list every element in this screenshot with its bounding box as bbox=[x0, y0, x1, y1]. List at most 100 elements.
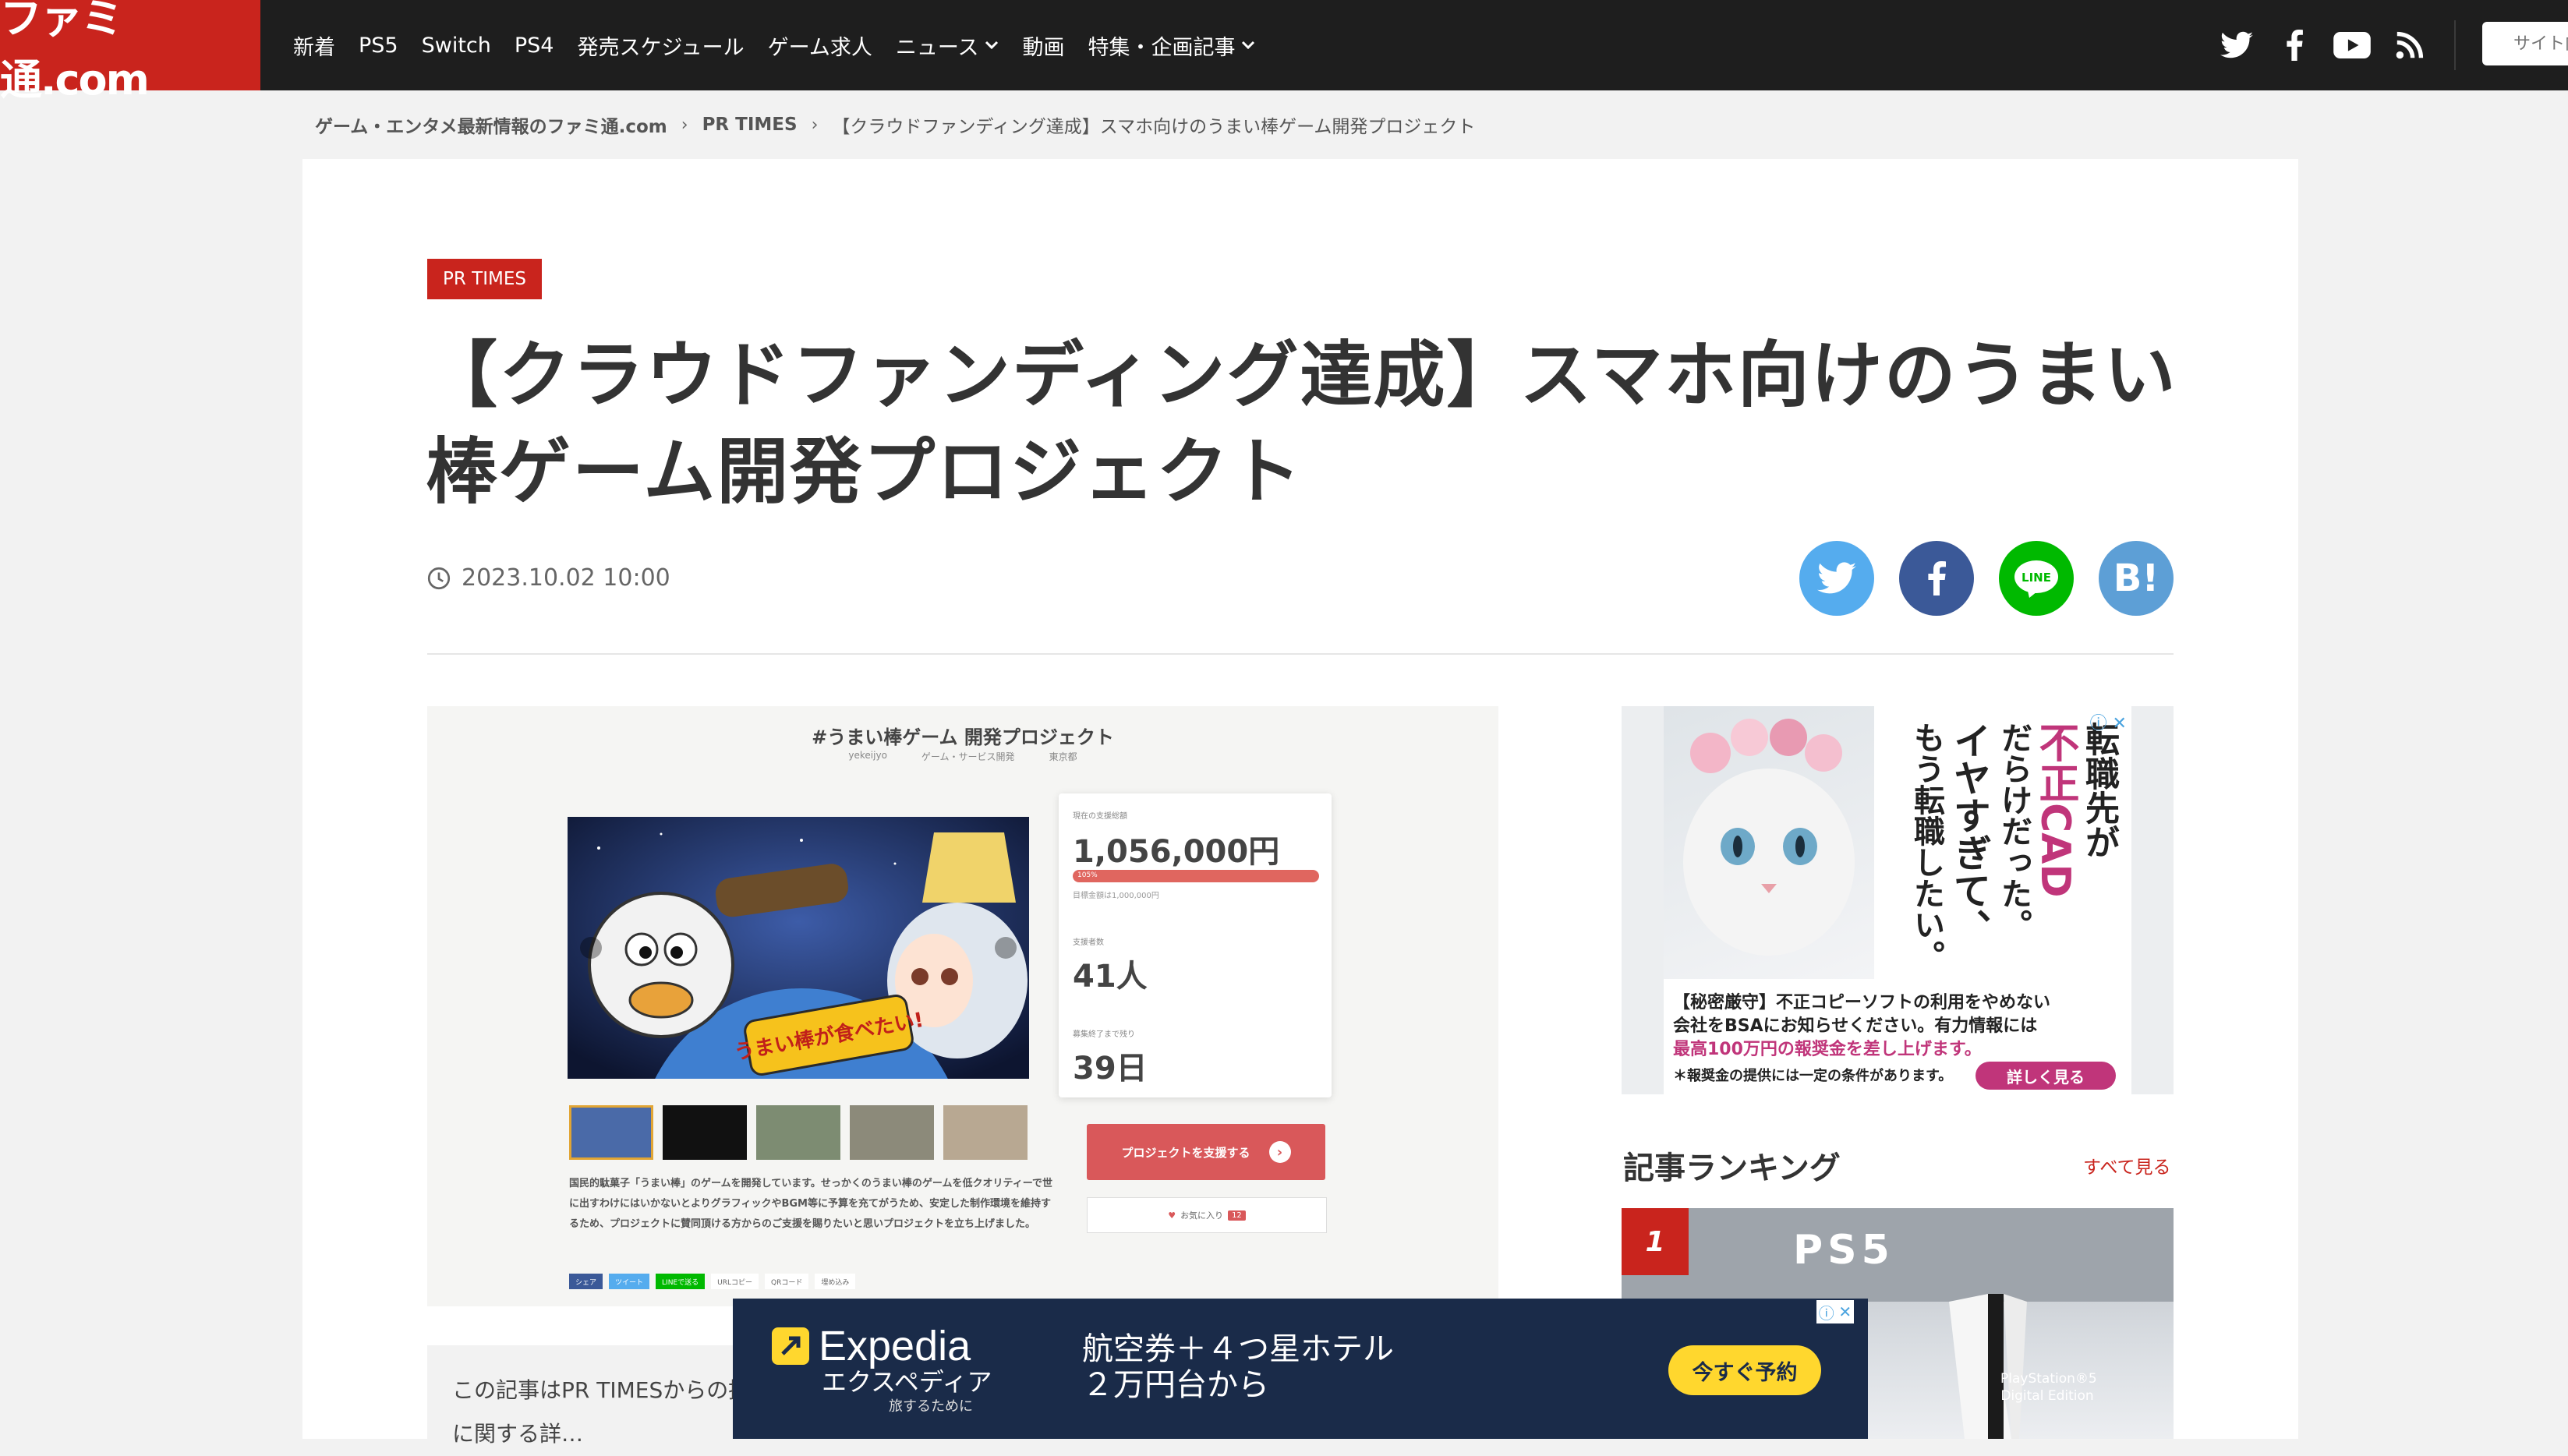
nav-news-label: ニュース bbox=[895, 35, 979, 60]
chevron-down-icon bbox=[1242, 41, 1255, 50]
youtube-icon[interactable] bbox=[2333, 23, 2371, 67]
chevron-right-icon: › bbox=[811, 115, 819, 135]
ad-close-icon[interactable]: ⓘ ✕ bbox=[1816, 1300, 1854, 1323]
favorite-count: 12 bbox=[1228, 1210, 1246, 1221]
sidebar-ad[interactable]: 転職先が 不正CAD だらけだった。 イヤすぎて、 もう転職したい。 ⓘ ✕ 【… bbox=[1664, 706, 2131, 1094]
ad-headline-3: だらけだった。 bbox=[1996, 722, 2032, 940]
share-facebook-button[interactable] bbox=[1899, 541, 1974, 616]
arrow-circle-icon: › bbox=[1268, 1141, 1291, 1163]
project-meta: yekeijyo ゲーム・サービス開発 東京都 bbox=[427, 750, 1498, 763]
expedia-copy-line2: ２万円台から bbox=[1082, 1367, 1269, 1403]
thumbnail-2[interactable] bbox=[663, 1105, 747, 1160]
heart-icon: ♥ bbox=[1168, 1210, 1176, 1221]
expedia-plane-icon bbox=[772, 1327, 809, 1365]
share-hatena-button[interactable]: B! bbox=[2099, 541, 2174, 616]
nav-features[interactable]: 特集・企画記事 bbox=[1088, 30, 1255, 61]
chevron-down-icon bbox=[985, 41, 999, 50]
funding-progress-label: 105% bbox=[1077, 871, 1098, 879]
ranking-badge: 1 bbox=[1622, 1208, 1689, 1275]
nav-video[interactable]: 動画 bbox=[1022, 30, 1064, 61]
adchoices-icon[interactable]: ⓘ ✕ bbox=[2090, 709, 2127, 734]
project-share-chips: シェア ツイート LINEで送る URLコピー QRコード 埋め込み bbox=[569, 1274, 861, 1289]
chip-qr[interactable]: QRコード bbox=[764, 1274, 809, 1289]
favorite-label: お気に入り bbox=[1180, 1210, 1224, 1221]
chevron-right-icon: › bbox=[681, 115, 688, 135]
days-value: 39日 bbox=[1073, 1051, 1148, 1087]
ad-line-2: 会社をBSAにお知らせください。有力情報には bbox=[1673, 1016, 2038, 1036]
chip-line[interactable]: LINEで送る bbox=[656, 1274, 706, 1289]
nav-ps5[interactable]: PS5 bbox=[359, 34, 398, 58]
breadcrumb-category[interactable]: PR TIMES bbox=[702, 115, 798, 135]
ad-line-1: 【秘密厳守】不正コピーソフトの利用をやめない bbox=[1673, 993, 2051, 1012]
project-title: #うまい棒ゲーム 開発プロジェクト bbox=[812, 726, 1114, 748]
project-description: 国民的駄菓子「うまい棒」のゲームを開発しています。せっかくのうまい棒のゲームを低… bbox=[569, 1178, 1052, 1230]
project-location: 東京都 bbox=[1049, 751, 1077, 762]
goal-amount: 目標金額は1,000,000円 bbox=[1073, 892, 1159, 900]
chip-embed[interactable]: 埋め込み bbox=[815, 1274, 856, 1289]
project-category: ゲーム・サービス開発 bbox=[921, 751, 1015, 762]
line-icon: LINE bbox=[2014, 560, 2058, 598]
ad-line-4: ＊報奨金の提供には一定の条件があります。 bbox=[1673, 1068, 1953, 1084]
top-navigation-bar: ファミ通.com 新着 PS5 Switch PS4 発売スケジュール ゲーム求… bbox=[0, 0, 2568, 104]
article-title: 【クラウドファンディング達成】スマホ向けのうまい棒ゲーム開発プロジェクト bbox=[426, 334, 2177, 514]
nav-features-label: 特集・企画記事 bbox=[1088, 35, 1236, 60]
project-owner: yekeijyo bbox=[848, 750, 887, 761]
amount-value: 1,056,000円 bbox=[1073, 834, 1280, 870]
thumbnail-3[interactable] bbox=[756, 1105, 840, 1160]
thumbnail-1[interactable] bbox=[569, 1105, 653, 1160]
backers-label: 支援者数 bbox=[1073, 938, 1104, 947]
chip-url-copy[interactable]: URLコピー bbox=[711, 1274, 759, 1289]
main-nav: 新着 PS5 Switch PS4 発売スケジュール ゲーム求人 ニュース 動画… bbox=[293, 0, 1279, 90]
ranking-title: 記事ランキング bbox=[1623, 1150, 1841, 1186]
amount-label: 現在の支援総額 bbox=[1073, 812, 1127, 821]
ad-learn-more-button[interactable]: 詳しく見る bbox=[1976, 1062, 2116, 1090]
nav-game-jobs[interactable]: ゲーム求人 bbox=[768, 30, 872, 61]
nav-news[interactable]: ニュース bbox=[896, 30, 999, 61]
expedia-copy-line1: 航空券＋４つ星ホテル bbox=[1082, 1331, 1394, 1367]
site-search-input[interactable] bbox=[2482, 22, 2568, 65]
article-main-image[interactable]: #うまい棒ゲーム 開発プロジェクト yekeijyo ゲーム・サービス開発 東京… bbox=[427, 706, 1498, 1306]
breadcrumb-home[interactable]: ゲーム・エンタメ最新情報のファミ通.com bbox=[315, 111, 667, 138]
breadcrumb-current: 【クラウドファンディング達成】スマホ向けのうまい棒ゲーム開発プロジェクト bbox=[832, 117, 1476, 137]
funding-progress-bar: 105% bbox=[1073, 870, 1319, 882]
ranking-see-all-link[interactable]: すべて見る bbox=[2083, 1152, 2170, 1179]
favorite-button[interactable]: ♥ お気に入り 12 bbox=[1087, 1197, 1327, 1233]
share-line-button[interactable]: LINE bbox=[1999, 541, 2074, 616]
support-project-button[interactable]: プロジェクトを支援する › bbox=[1087, 1124, 1325, 1180]
twitter-icon[interactable] bbox=[2218, 23, 2255, 67]
facebook-icon[interactable] bbox=[2276, 23, 2313, 67]
ad-headline-5: もう転職したい。 bbox=[1908, 722, 1944, 971]
social-links bbox=[2218, 23, 2449, 67]
ps5-logo: PS5 bbox=[1793, 1227, 1894, 1274]
facebook-icon bbox=[1928, 561, 1946, 595]
expedia-brand-kana: エクスペディア bbox=[822, 1367, 992, 1397]
thumbnail-5[interactable] bbox=[943, 1105, 1028, 1160]
nav-switch[interactable]: Switch bbox=[422, 34, 491, 58]
line-icon-text: LINE bbox=[2022, 571, 2051, 585]
nav-release-schedule[interactable]: 発売スケジュール bbox=[578, 30, 745, 61]
expedia-book-now-button[interactable]: 今すぐ予約 bbox=[1668, 1345, 1821, 1395]
funding-stats-panel: 現在の支援総額 1,056,000円 105% 目標金額は1,000,000円 … bbox=[1059, 793, 1332, 1097]
publish-date: 2023.10.02 10:00 bbox=[427, 564, 670, 592]
ad-cat-image bbox=[1664, 706, 1874, 979]
chip-tweet[interactable]: ツイート bbox=[609, 1274, 650, 1289]
chip-share[interactable]: シェア bbox=[569, 1274, 603, 1289]
publish-date-text: 2023.10.02 10:00 bbox=[462, 564, 670, 592]
breadcrumb: ゲーム・エンタメ最新情報のファミ通.com › PR TIMES › 【クラウド… bbox=[315, 103, 1475, 147]
project-hero-image: うまい棒が食べたい! bbox=[568, 817, 1029, 1079]
divider bbox=[427, 653, 2174, 655]
project-thumbnails bbox=[569, 1105, 1037, 1160]
share-buttons: LINE B! bbox=[1799, 541, 2198, 616]
rss-icon[interactable] bbox=[2391, 23, 2428, 67]
famitsu-logo[interactable]: ファミ通.com bbox=[0, 0, 260, 104]
backers-value: 41人 bbox=[1073, 959, 1148, 995]
nav-ps4[interactable]: PS4 bbox=[515, 34, 554, 58]
thumbnail-4[interactable] bbox=[850, 1105, 934, 1160]
clock-icon bbox=[427, 567, 451, 589]
expedia-copy: 航空券＋４つ星ホテル ２万円台から bbox=[1082, 1331, 1394, 1403]
days-label: 募集終了まで残り bbox=[1073, 1030, 1135, 1039]
share-twitter-button[interactable] bbox=[1799, 541, 1874, 616]
twitter-icon bbox=[1817, 562, 1856, 594]
nav-new[interactable]: 新着 bbox=[293, 30, 335, 61]
category-tag[interactable]: PR TIMES bbox=[427, 259, 542, 299]
